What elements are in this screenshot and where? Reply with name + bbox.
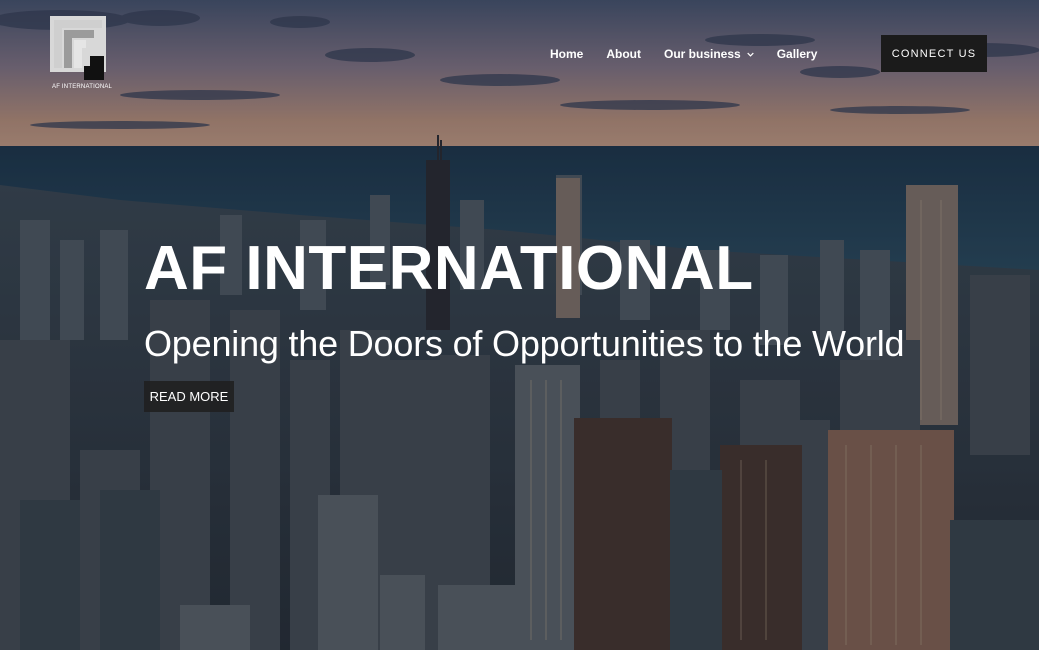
hero-subtitle: Opening the Doors of Opportunities to th… [144,323,905,364]
logo-text: AF INTERNATIONAL [52,84,113,90]
af-logo-icon [50,16,106,80]
nav-item-gallery[interactable]: Gallery [777,47,818,61]
site-logo[interactable]: AF INTERNATIONAL [50,16,112,92]
nav-item-home[interactable]: Home [550,47,583,61]
site-header: AF INTERNATIONAL Home About Our business… [0,0,1039,100]
hero-title: AF INTERNATIONAL [144,234,754,303]
main-nav: Home About Our business Gallery [550,46,817,62]
nav-item-label: Home [550,47,584,61]
chevron-down-icon [746,52,754,57]
nav-item-about[interactable]: About [606,47,641,61]
connect-us-button[interactable]: CONNECT US [881,35,987,72]
read-more-button[interactable]: READ MORE [144,381,234,412]
nav-item-label: Gallery [776,47,818,61]
nav-item-label: About [606,47,641,61]
nav-item-our-business[interactable]: Our business [664,47,754,61]
nav-item-label: Our business [664,47,741,61]
